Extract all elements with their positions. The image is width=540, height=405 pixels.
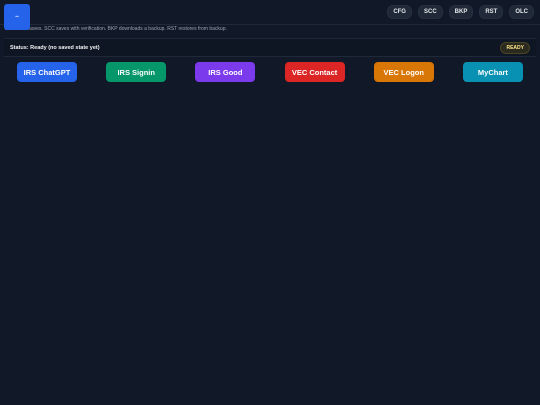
logo-text: ▪▪	[15, 14, 19, 20]
irs-chatgpt-button[interactable]: IRS ChatGPT	[17, 62, 77, 82]
scc-button[interactable]: SCC	[417, 5, 443, 19]
irs-good-button[interactable]: IRS Good	[195, 62, 256, 82]
app-logo[interactable]: ▪▪	[4, 4, 30, 30]
status-badge: READY	[500, 41, 530, 54]
help-text: ACC auto-saves. SCC saves with verificat…	[5, 26, 227, 32]
cfg-button[interactable]: CFG	[387, 5, 412, 19]
irs-signin-button[interactable]: IRS Signin	[106, 62, 167, 82]
vec-logon-button[interactable]: VEC Logon	[373, 62, 434, 82]
header-divider	[0, 24, 540, 25]
vec-contact-button[interactable]: VEC Contact	[284, 62, 345, 82]
action-buttons: IRS ChatGPT IRS Signin IRS Good VEC Cont…	[17, 62, 523, 82]
olc-button[interactable]: OLC	[509, 5, 534, 19]
top-nav: CFG SCC BKP RST OLC	[387, 5, 534, 19]
rst-button[interactable]: RST	[479, 5, 504, 19]
status-text: Status: Ready (no saved state yet)	[10, 44, 100, 51]
mychart-button[interactable]: MyChart	[462, 62, 523, 82]
status-bar: Status: Ready (no saved state yet) READY	[4, 38, 536, 57]
bkp-button[interactable]: BKP	[448, 5, 474, 19]
top-bar: ▪▪ CFG SCC BKP RST OLC	[0, 0, 540, 30]
